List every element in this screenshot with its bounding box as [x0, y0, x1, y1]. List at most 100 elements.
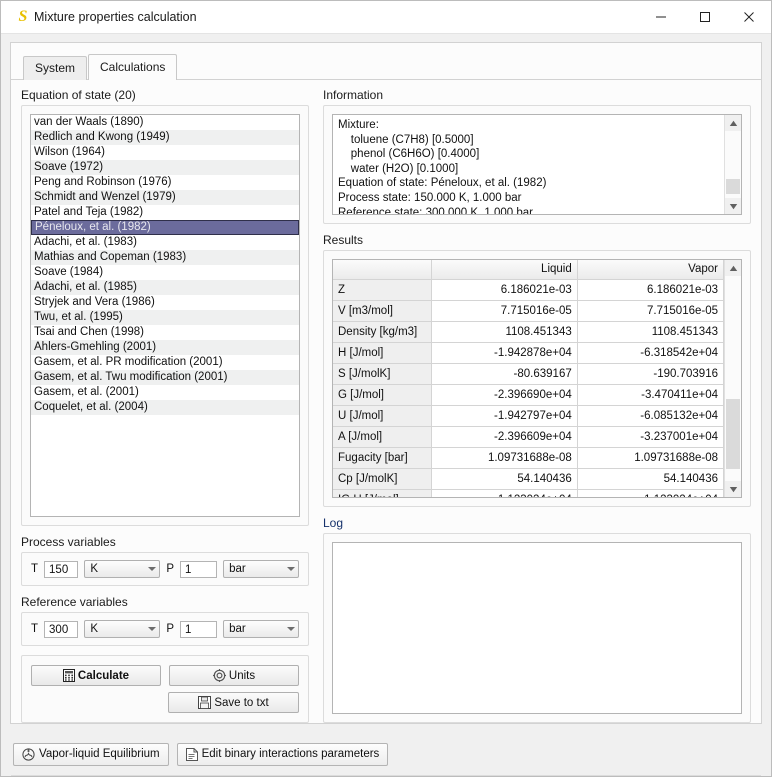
log-group — [323, 533, 751, 723]
results-cell-liquid[interactable]: -2.396609e+04 — [431, 426, 578, 448]
eos-list-item[interactable]: Gasem, et al. PR modification (2001) — [31, 355, 299, 370]
results-cell-liquid[interactable]: 7.715016e-05 — [431, 300, 578, 322]
eos-list-item[interactable]: Wilson (1964) — [31, 145, 299, 160]
floppy-disk-icon — [198, 696, 212, 709]
results-cell-liquid[interactable]: 54.140436 — [431, 468, 578, 490]
results-row[interactable]: A [J/mol] -2.396609e+04 -3.237001e+04 — [333, 426, 725, 448]
actions-row-1: Calculate Units — [31, 665, 299, 686]
save-to-txt-button[interactable]: Save to txt — [168, 692, 299, 713]
tab-system[interactable]: System — [23, 56, 88, 80]
edit-binary-parameters-button[interactable]: Edit binary interactions parameters — [176, 742, 389, 766]
results-scroll-thumb[interactable] — [726, 399, 740, 469]
results-cell-liquid[interactable]: 1.09731688e-08 — [431, 447, 578, 469]
reference-t-unit-select[interactable]: K — [84, 620, 161, 638]
eos-list-item[interactable]: Tsai and Chen (1998) — [31, 325, 299, 340]
results-cell-liquid[interactable]: -1.942878e+04 — [431, 342, 578, 364]
results-row[interactable]: Fugacity [bar] 1.09731688e-08 1.09731688e-… — [333, 447, 725, 469]
information-text: Mixture: toluene (C7H8) [0.5000] phenol … — [338, 119, 547, 214]
results-cell-liquid[interactable]: 1108.451343 — [431, 321, 578, 343]
eos-group-label: Equation of state (20) — [21, 88, 136, 102]
results-cell-vapor[interactable]: -6.318542e+04 — [577, 342, 725, 364]
reference-p-label: P — [166, 623, 174, 635]
reference-t-input[interactable]: 300 — [44, 620, 79, 638]
reference-p-input[interactable]: 1 — [180, 620, 218, 638]
eos-list-item[interactable]: Redlich and Kwong (1949) — [31, 130, 299, 145]
reference-variables-group: T 300 K P 1 bar — [21, 612, 309, 646]
eos-list[interactable]: van der Waals (1890) Redlich and Kwong (1… — [30, 114, 300, 517]
eos-list-item[interactable]: Adachi, et al. (1985) — [31, 280, 299, 295]
results-col-name[interactable] — [333, 260, 432, 280]
results-col-liquid[interactable]: Liquid — [431, 260, 578, 280]
units-button[interactable]: Units — [169, 665, 299, 686]
eos-list-item[interactable]: Soave (1984) — [31, 265, 299, 280]
eos-list-item[interactable]: Stryjek and Vera (1986) — [31, 295, 299, 310]
minimize-icon[interactable] — [639, 1, 683, 33]
vapor-liquid-equilibrium-label: Vapor-liquid Equilibrium — [39, 748, 160, 760]
reference-p-unit-select[interactable]: bar — [223, 620, 300, 638]
results-cell-vapor[interactable]: -3.470411e+04 — [577, 384, 725, 406]
results-cell-vapor[interactable]: 54.140436 — [577, 468, 725, 490]
results-row[interactable]: U [J/mol] -1.942797e+04 -6.085132e+04 — [333, 405, 725, 427]
results-table-wrapper[interactable]: Liquid Vapor Z 6.186021e-03 6.186021e-03 V … — [332, 259, 742, 498]
eos-list-item[interactable]: Péneloux, et al. (1982) — [31, 220, 299, 235]
eos-list-item[interactable]: Ahlers-Gmehling (2001) — [31, 340, 299, 355]
eos-list-item[interactable]: Gasem, et al. (2001) — [31, 385, 299, 400]
process-p-input[interactable]: 1 — [180, 560, 218, 578]
results-row[interactable]: H [J/mol] -1.942878e+04 -6.318542e+04 — [333, 342, 725, 364]
tab-strip: System Calculations — [11, 54, 761, 81]
results-row[interactable]: Density [kg/m3] 1108.451343 1108.451343 — [333, 321, 725, 343]
window-controls — [639, 1, 771, 33]
scroll-up-icon[interactable] — [725, 260, 741, 276]
scroll-down-icon[interactable] — [725, 198, 741, 214]
process-t-input[interactable]: 150 — [44, 560, 79, 578]
results-row[interactable]: V [m3/mol] 7.715016e-05 7.715016e-05 — [333, 300, 725, 322]
results-scrollbar[interactable] — [724, 260, 741, 497]
maximize-icon[interactable] — [683, 1, 727, 33]
results-cell-vapor[interactable]: -6.085132e+04 — [577, 405, 725, 427]
scroll-up-icon[interactable] — [725, 115, 741, 131]
results-cell-liquid[interactable]: -1.123024e+04 — [431, 489, 578, 497]
results-cell-liquid[interactable]: -1.942797e+04 — [431, 405, 578, 427]
eos-list-item[interactable]: Peng and Robinson (1976) — [31, 175, 299, 190]
process-p-unit-select[interactable]: bar — [223, 560, 300, 578]
results-cell-vapor[interactable]: -190.703916 — [577, 363, 725, 385]
close-icon[interactable] — [727, 1, 771, 33]
eos-list-item[interactable]: Coquelet, et al. (2004) — [31, 400, 299, 415]
results-cell-vapor[interactable]: 7.715016e-05 — [577, 300, 725, 322]
results-row[interactable]: S [J/molK] -80.639167 -190.703916 — [333, 363, 725, 385]
information-scrollbar[interactable] — [724, 115, 741, 214]
results-cell-vapor[interactable]: 6.186021e-03 — [577, 279, 725, 301]
results-cell-liquid[interactable]: -80.639167 — [431, 363, 578, 385]
results-cell-vapor[interactable]: 1108.451343 — [577, 321, 725, 343]
scroll-down-icon[interactable] — [725, 481, 741, 497]
results-cell-liquid[interactable]: -2.396690e+04 — [431, 384, 578, 406]
eos-list-item[interactable]: Soave (1972) — [31, 160, 299, 175]
vapor-liquid-equilibrium-button[interactable]: Vapor-liquid Equilibrium — [13, 742, 169, 766]
calculate-button[interactable]: Calculate — [31, 665, 161, 686]
edit-binary-parameters-label: Edit binary interactions parameters — [201, 748, 380, 760]
eos-list-item[interactable]: Gasem, et al. Twu modification (2001) — [31, 370, 299, 385]
results-row[interactable]: Cp [J/molK] 54.140436 54.140436 — [333, 468, 725, 490]
log-textarea[interactable] — [332, 542, 742, 714]
eos-list-item[interactable]: Mathias and Copeman (1983) — [31, 250, 299, 265]
process-t-unit-select[interactable]: K — [84, 560, 161, 578]
results-scroll-track[interactable] — [725, 276, 741, 481]
results-col-vapor[interactable]: Vapor — [577, 260, 725, 280]
eos-list-item[interactable]: Patel and Teja (1982) — [31, 205, 299, 220]
results-row[interactable]: G [J/mol] -2.396690e+04 -3.470411e+04 — [333, 384, 725, 406]
results-cell-liquid[interactable]: 6.186021e-03 — [431, 279, 578, 301]
results-cell-vapor[interactable]: -1.123024e+04 — [577, 489, 725, 497]
tab-calculations[interactable]: Calculations — [88, 54, 178, 81]
information-textarea[interactable]: Mixture: toluene (C7H8) [0.5000] phenol … — [332, 114, 742, 215]
results-cell-vapor[interactable]: -3.237001e+04 — [577, 426, 725, 448]
results-row[interactable]: IG H [J/mol]-1.123024e+04-1.123024e+04 — [333, 489, 725, 497]
eos-list-item[interactable]: Schmidt and Wenzel (1979) — [31, 190, 299, 205]
eos-list-item[interactable]: Twu, et al. (1995) — [31, 310, 299, 325]
information-scroll-track[interactable] — [725, 131, 741, 198]
results-row[interactable]: Z 6.186021e-03 6.186021e-03 — [333, 279, 725, 301]
results-cell-vapor[interactable]: 1.09731688e-08 — [577, 447, 725, 469]
eos-list-item[interactable]: Adachi, et al. (1983) — [31, 235, 299, 250]
app-logo-icon: S — [18, 8, 28, 25]
eos-list-item[interactable]: van der Waals (1890) — [31, 115, 299, 130]
information-scroll-thumb[interactable] — [726, 179, 740, 194]
